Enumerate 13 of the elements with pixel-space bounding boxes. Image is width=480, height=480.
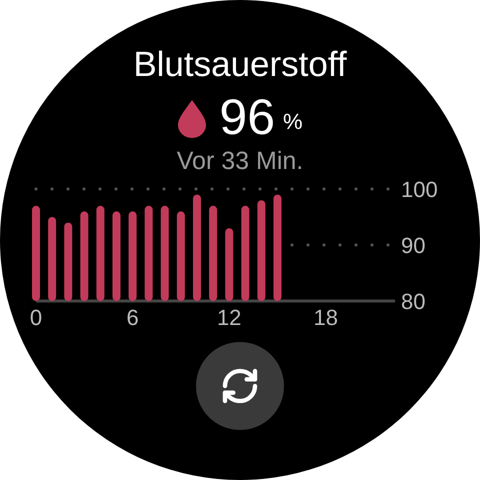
x-tick-label: 6: [126, 305, 139, 328]
y-tick-label: 80: [401, 289, 426, 314]
x-tick-label: 0: [30, 305, 42, 328]
y-tick-label: 90: [401, 233, 426, 258]
screen-title: Blutsauerstoff: [133, 44, 347, 86]
unit-label: %: [283, 108, 303, 136]
refresh-icon: [220, 366, 260, 406]
last-measured-time: Vor 33 Min.: [176, 146, 304, 176]
y-tick-label: 100: [401, 178, 438, 202]
x-tick-label: 12: [216, 305, 242, 328]
blood-drop-icon: [177, 98, 208, 138]
oxygen-value: 96: [219, 90, 276, 144]
x-tick-label: 18: [314, 305, 338, 328]
